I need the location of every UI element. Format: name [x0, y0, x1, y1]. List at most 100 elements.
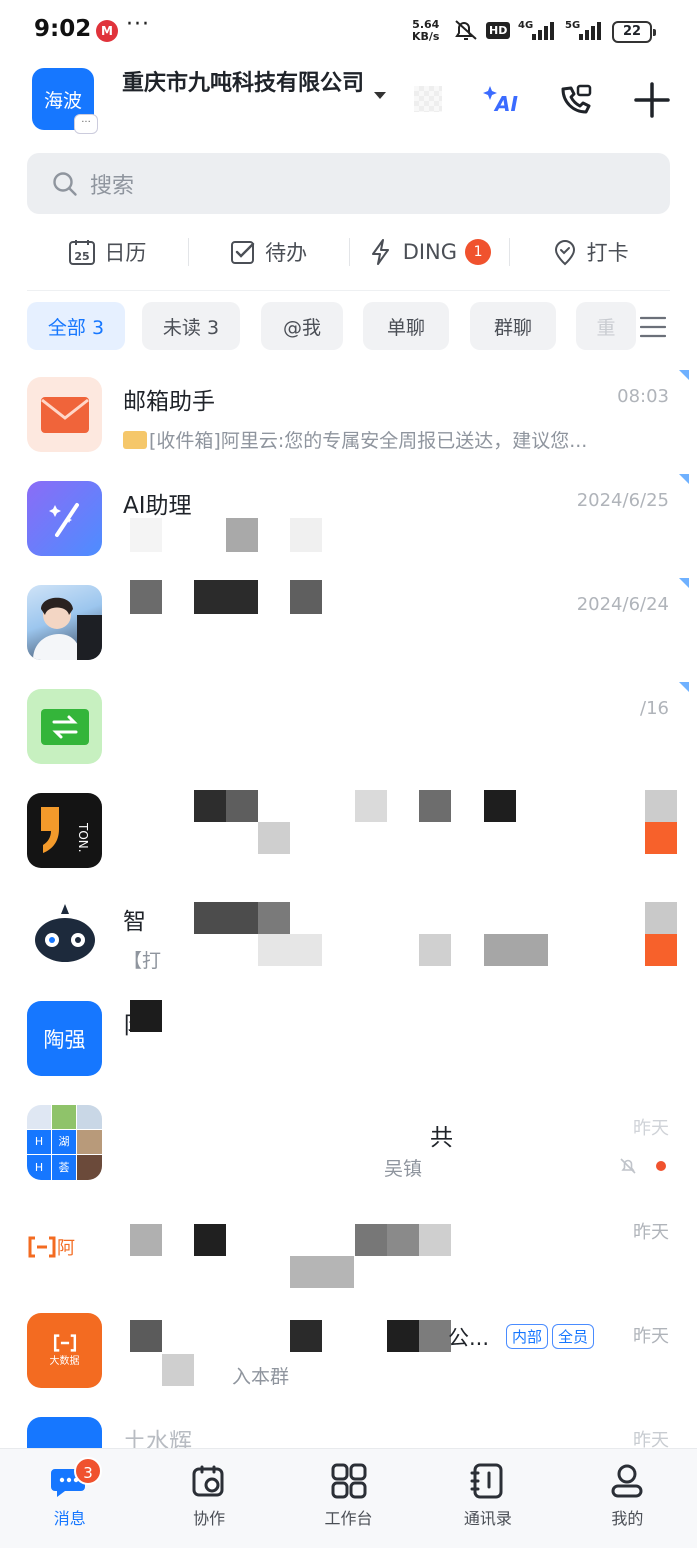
unread-dot	[656, 1161, 666, 1171]
tab-label: 消息	[53, 1509, 86, 1528]
more-notifications-icon: ···	[126, 12, 150, 37]
battery-icon: 22	[612, 21, 656, 43]
redacted-block	[130, 1000, 162, 1032]
redacted-block	[162, 1354, 194, 1386]
status-bar: 9:02 M ··· 5.64 KB/s HD 4G 5G 22	[0, 0, 697, 64]
pin-marker	[679, 370, 689, 380]
chat-item-company-group[interactable]: 大数据 公... 内部 全员 昨天 入本群	[0, 1298, 697, 1402]
pin-marker	[679, 578, 689, 588]
redacted-block	[419, 1224, 451, 1256]
tab-contacts[interactable]: 通讯录	[418, 1449, 557, 1548]
chat-item-ai-assistant[interactable]: AI助理 2024/6/25	[0, 466, 697, 570]
redacted-block	[419, 790, 451, 822]
redacted-block	[484, 790, 516, 822]
redacted-block	[387, 1320, 419, 1352]
calendar-icon: 25	[69, 240, 96, 265]
filter-direct[interactable]: 单聊	[363, 302, 449, 350]
filter-mentions[interactable]: @我	[261, 302, 343, 350]
chat-time: 昨天	[633, 1222, 669, 1243]
caret-down-icon[interactable]	[374, 92, 386, 99]
chat-title: 智	[123, 909, 146, 935]
quick-checkin-label: 打卡	[586, 241, 629, 265]
hd-voice-icon: HD	[486, 22, 511, 39]
todo-check-icon	[231, 241, 255, 264]
org-switcher[interactable]: 重庆市九吨科技有限公司	[122, 70, 372, 98]
chat-item-contact[interactable]: 2024/6/24	[0, 570, 697, 674]
add-button[interactable]	[634, 80, 670, 124]
chat-title: AI助理	[123, 493, 192, 519]
redacted-block	[226, 518, 258, 552]
tab-label: 通讯录	[463, 1509, 512, 1528]
messages-badge: 3	[74, 1457, 102, 1485]
redacted-block	[355, 1224, 387, 1256]
quick-todo[interactable]: 待办	[187, 228, 349, 276]
redacted-block	[419, 1320, 451, 1352]
tab-collaborate[interactable]: 协作	[139, 1449, 278, 1548]
quick-calendar[interactable]: 25 日历	[27, 228, 188, 276]
ai-sparkle-icon: AI	[483, 86, 518, 116]
chat-time: 2024/6/24	[576, 594, 669, 615]
chat-item-ton[interactable]: TON.	[0, 778, 697, 882]
app-header: 海波 ··· 重庆市九吨科技有限公司 AI	[0, 64, 697, 140]
member-avatar: H	[27, 1155, 51, 1180]
filter-important[interactable]: 重	[576, 302, 636, 350]
org-avatar[interactable]: 海波 ···	[32, 68, 98, 134]
muted-bell-icon	[618, 1156, 638, 1180]
profile-icon	[611, 1464, 643, 1498]
chat-item-mail-assistant[interactable]: 邮箱助手 08:03 [收件箱]阿里云:您的专属安全周报已送达，建议您...	[0, 362, 697, 466]
chat-item-aliyun[interactable]: 阿 昨天	[0, 1194, 697, 1298]
filter-all[interactable]: 全部 3	[27, 302, 125, 350]
redacted-block	[645, 790, 677, 822]
quick-calendar-label: 日历	[104, 241, 147, 265]
bottom-tab-bar: 3 消息 协作 工作台 通讯录 我的	[0, 1448, 697, 1548]
filter-group[interactable]: 群聊	[470, 302, 556, 350]
signal-5g-icon: 5G	[565, 18, 605, 46]
redacted-block	[645, 902, 677, 934]
collaborate-icon	[192, 1465, 224, 1497]
filter-menu-button[interactable]	[639, 316, 667, 342]
svg-text:25: 25	[75, 250, 90, 263]
member-avatar: H	[27, 1130, 51, 1154]
chat-item-taoqiang[interactable]: 陶强 阝	[0, 986, 697, 1090]
quick-ding[interactable]: DING 1	[348, 228, 510, 276]
member-photo	[52, 1105, 76, 1129]
tab-label: 协作	[193, 1509, 226, 1528]
search-placeholder: 搜索	[90, 173, 135, 199]
redacted-block	[130, 1320, 162, 1352]
merchants-bank-icon: M	[96, 20, 118, 42]
redacted-block	[130, 518, 162, 552]
contact-photo-avatar	[27, 585, 102, 660]
chat-item-group[interactable]: H 湖 H 荟 共 吴镇 昨天	[0, 1090, 697, 1194]
video-call-button[interactable]	[556, 80, 596, 124]
redacted-block	[194, 580, 258, 614]
filter-unread[interactable]: 未读 3	[142, 302, 240, 350]
pin-marker	[679, 474, 689, 484]
redacted-block	[258, 822, 290, 854]
svg-text:5G: 5G	[565, 20, 580, 31]
search-input[interactable]: 搜索	[27, 153, 670, 214]
chat-time: 08:03	[617, 386, 669, 407]
chat-item-partial[interactable]: 土水辉 昨天	[0, 1402, 697, 1448]
mail-envelope-icon	[27, 377, 102, 452]
aliyun-logo-avatar: 阿	[27, 1209, 102, 1284]
chat-time: 昨天	[633, 1430, 669, 1448]
tab-me[interactable]: 我的	[558, 1449, 697, 1548]
chat-item-transfer-app[interactable]: /16	[0, 674, 697, 778]
redacted-block	[355, 790, 387, 822]
tag-all-staff: 全员	[552, 1324, 595, 1349]
chat-item-robot[interactable]: 智 【打	[0, 882, 697, 986]
chat-tags: 内部 全员	[502, 1324, 595, 1349]
location-check-icon	[554, 240, 575, 266]
member-photo	[77, 1105, 102, 1129]
quick-checkin[interactable]: 打卡	[509, 228, 670, 276]
redacted-block	[290, 1320, 322, 1352]
ai-assistant-button[interactable]: AI	[482, 82, 522, 122]
tab-messages[interactable]: 3 消息	[0, 1449, 139, 1548]
redacted-block	[258, 934, 322, 966]
contact-avatar	[27, 1417, 102, 1448]
redacted-block	[290, 1256, 354, 1288]
menu-lines-icon	[639, 316, 667, 338]
tab-workbench[interactable]: 工作台	[279, 1449, 418, 1548]
chat-time: 昨天	[633, 1326, 669, 1347]
filter-tabs: 全部 3 未读 3 @我 单聊 群聊 重	[27, 302, 697, 350]
